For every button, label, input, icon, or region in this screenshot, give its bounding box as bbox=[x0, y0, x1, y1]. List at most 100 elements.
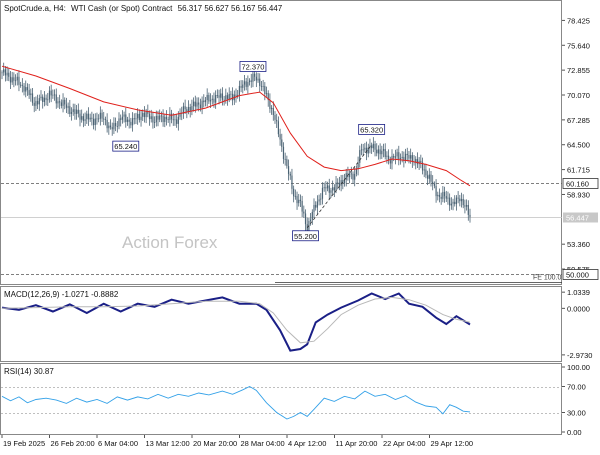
candle-body bbox=[113, 123, 115, 130]
price-axis-label: 53.360 bbox=[567, 240, 590, 249]
candle-body bbox=[438, 194, 441, 197]
candle-body bbox=[399, 157, 402, 160]
candle-body bbox=[221, 93, 224, 100]
candle-body bbox=[64, 99, 66, 105]
candle-body bbox=[208, 95, 210, 102]
price-annotation-label: 55.200 bbox=[294, 232, 317, 241]
macd-axis-label: 0.0000 bbox=[567, 304, 590, 313]
candle-body bbox=[196, 102, 198, 107]
candle-body bbox=[189, 106, 191, 111]
candle-body bbox=[126, 119, 129, 122]
candle-body bbox=[55, 94, 57, 104]
time-axis: 19 Feb 2025 26 Feb 20:00 6 Mar 04:00 13 Mar… bbox=[1, 435, 473, 448]
candle-body bbox=[364, 147, 366, 150]
candle-body bbox=[279, 134, 281, 140]
candle-body bbox=[143, 112, 146, 118]
candle-body bbox=[162, 115, 164, 122]
moving-average-line bbox=[1, 65, 471, 187]
candle-body bbox=[199, 104, 201, 109]
candle-body bbox=[337, 182, 339, 184]
time-axis-label: 19 Feb 2025 bbox=[3, 439, 45, 448]
candle-body bbox=[35, 101, 37, 106]
candle-body bbox=[416, 158, 419, 165]
candle-body bbox=[25, 87, 27, 92]
candle-body bbox=[420, 160, 422, 163]
candle-body bbox=[304, 213, 307, 225]
level-price-label: 50.000 bbox=[566, 271, 589, 280]
candle-body bbox=[464, 205, 466, 207]
candle-body bbox=[427, 175, 429, 179]
candle-body bbox=[106, 119, 108, 129]
candle-body bbox=[184, 106, 186, 110]
candle-body bbox=[215, 95, 217, 103]
candle-body bbox=[123, 114, 125, 117]
candle-body bbox=[303, 211, 305, 214]
candle-body bbox=[354, 173, 356, 180]
candle-body bbox=[84, 119, 86, 121]
candle-body bbox=[140, 116, 142, 121]
candle-body bbox=[53, 94, 56, 96]
candle-body bbox=[160, 115, 162, 117]
candle-body bbox=[225, 95, 227, 100]
rsi-panel: 100.00 70.00 30.00 0.00 bbox=[1, 363, 590, 437]
candle-body bbox=[425, 169, 427, 176]
candle-body bbox=[38, 98, 40, 105]
candle-body bbox=[335, 182, 337, 191]
candle-body bbox=[459, 198, 461, 202]
candle-body bbox=[101, 112, 103, 119]
candle-body bbox=[228, 94, 230, 100]
candle-body bbox=[52, 94, 54, 96]
candle-body bbox=[230, 93, 232, 95]
candle-body bbox=[164, 116, 166, 122]
candle-body bbox=[187, 106, 190, 112]
candle-body bbox=[389, 160, 391, 164]
candle-body bbox=[248, 80, 251, 83]
candle-body bbox=[14, 80, 17, 82]
candle-body bbox=[211, 98, 213, 100]
rsi-axis-label: 70.00 bbox=[567, 383, 586, 392]
candle-body bbox=[209, 99, 212, 102]
candle-body bbox=[252, 73, 254, 82]
candle-body bbox=[271, 107, 273, 110]
macd-label: MACD(12,26,9) -1.0271 -0.8882 bbox=[4, 290, 119, 299]
candle-body bbox=[172, 119, 174, 121]
candle-body bbox=[447, 197, 449, 199]
candle-body bbox=[466, 204, 468, 207]
candle-body bbox=[125, 114, 127, 122]
candle-body bbox=[286, 159, 288, 167]
candle-body bbox=[103, 118, 105, 120]
price-axis-label: 75.640 bbox=[567, 41, 590, 50]
candle-body bbox=[381, 150, 383, 155]
candle-body bbox=[104, 119, 107, 120]
candle-body bbox=[92, 118, 95, 126]
candle-body bbox=[206, 95, 208, 101]
candle-body bbox=[23, 85, 25, 92]
candle-body bbox=[74, 109, 76, 114]
candle-body bbox=[398, 152, 400, 160]
candle-body bbox=[321, 187, 324, 199]
candle-body bbox=[423, 169, 425, 171]
candle-body bbox=[384, 149, 386, 157]
candle-body bbox=[360, 149, 363, 151]
candle-body bbox=[96, 118, 98, 120]
candle-body bbox=[70, 111, 73, 114]
rsi-panel-frame bbox=[0, 363, 562, 435]
rsi-axis-label: 100.00 bbox=[567, 363, 590, 372]
price-annotation-label: 65.240 bbox=[114, 142, 137, 151]
candle-body bbox=[20, 84, 22, 86]
candle-body bbox=[89, 117, 91, 120]
candle-body bbox=[128, 119, 130, 122]
candle-body bbox=[76, 109, 78, 114]
candle-body bbox=[142, 112, 144, 117]
candle-body bbox=[352, 173, 354, 180]
candle-body bbox=[411, 155, 413, 162]
candle-body bbox=[223, 99, 225, 101]
candle-body bbox=[394, 156, 396, 158]
candle-body bbox=[28, 90, 30, 96]
candle-body bbox=[247, 82, 249, 87]
candle-body bbox=[42, 96, 44, 102]
candle-body bbox=[65, 104, 68, 108]
candle-body bbox=[72, 109, 74, 112]
candle-body bbox=[243, 81, 246, 85]
candle-body bbox=[177, 116, 179, 124]
